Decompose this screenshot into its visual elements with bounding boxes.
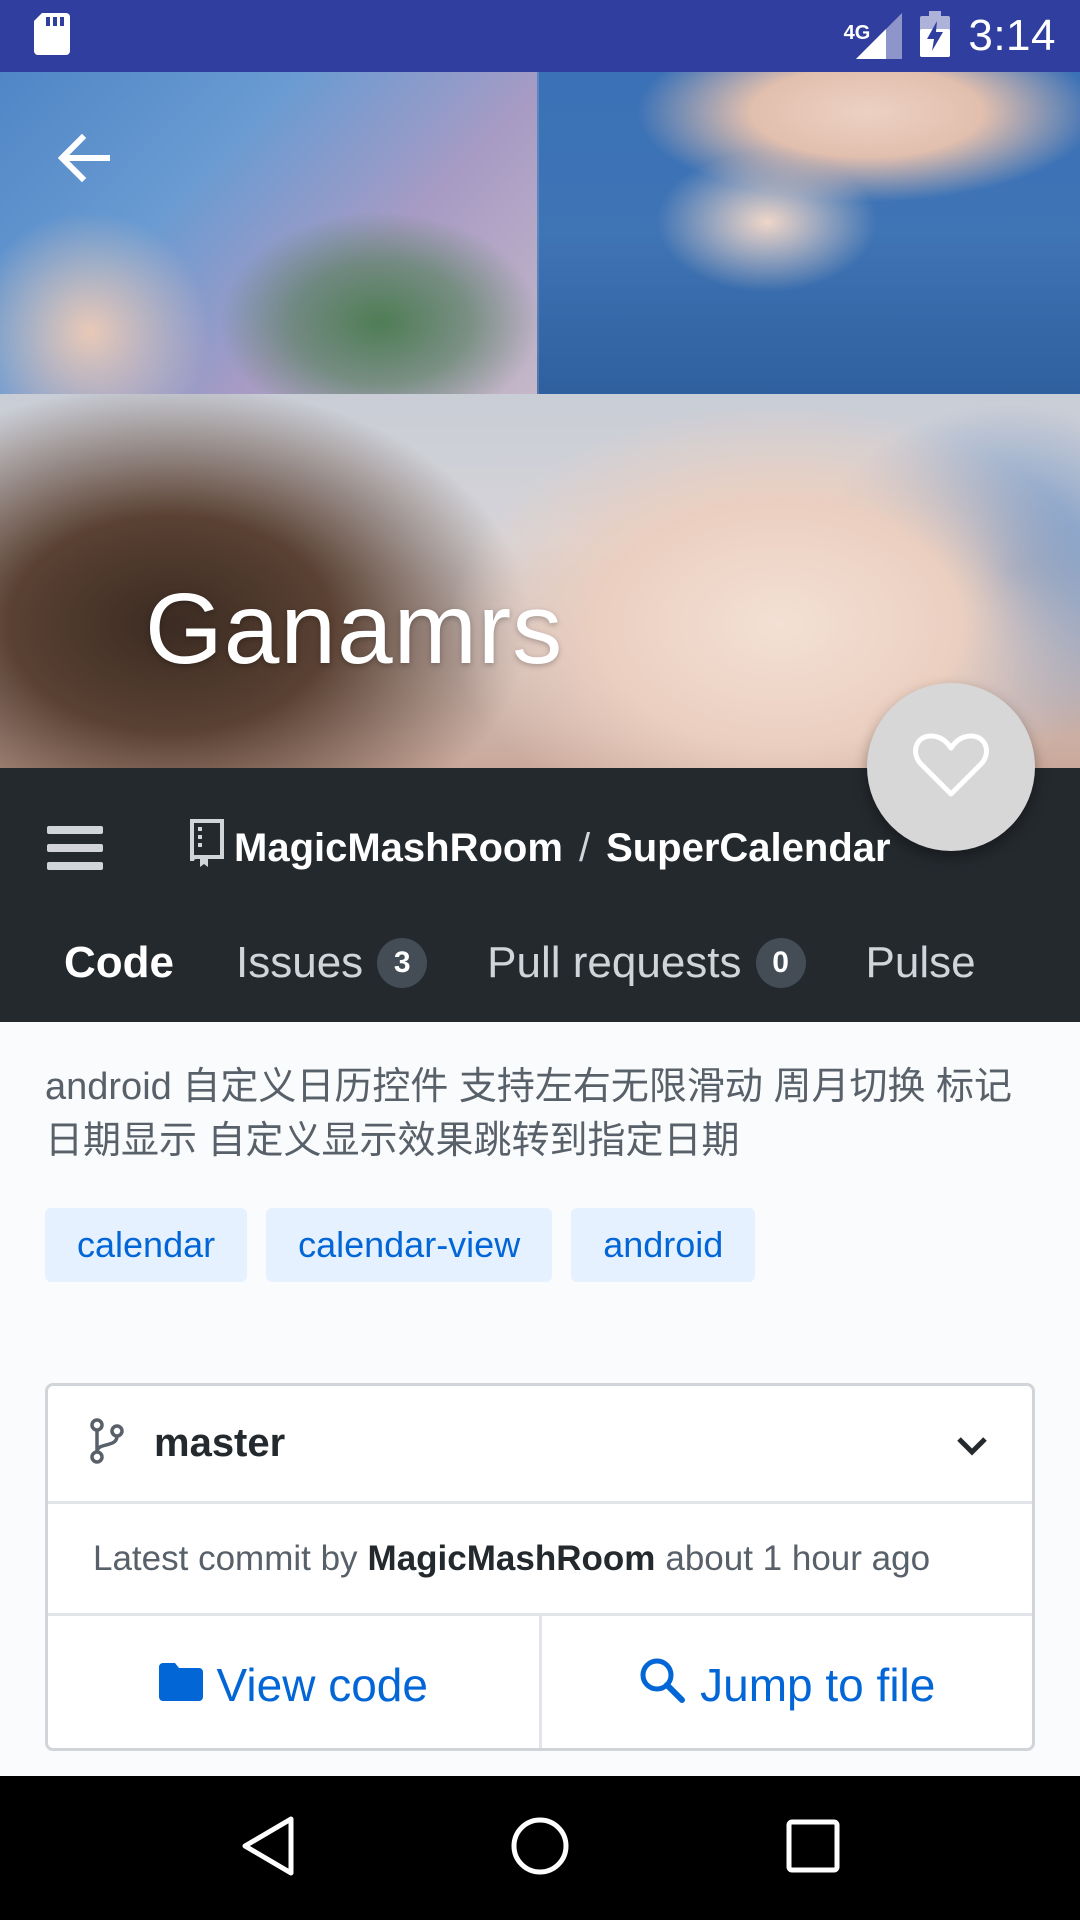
folder-icon [158, 1658, 203, 1712]
back-triangle-icon [239, 1815, 295, 1882]
git-branch-icon [90, 1418, 124, 1469]
tab-label: Pull requests [487, 938, 742, 987]
topic-tag[interactable]: calendar-view [266, 1208, 553, 1282]
repo-description: android 自定义日历控件 支持左右无限滑动 周月切换 标记日期显示 自定义… [45, 1066, 1012, 1162]
topics-list: calendar calendar-view android [45, 1208, 756, 1282]
tab-pulse[interactable]: Pulse [866, 938, 976, 988]
branch-card: master Latest commit by MagicMashRoom ab… [45, 1383, 1035, 1751]
header-photo-tile [537, 72, 1080, 394]
branch-selector[interactable]: master [48, 1386, 1032, 1504]
hamburger-menu-icon [47, 824, 103, 877]
system-nav-bar [0, 1776, 1080, 1920]
back-button[interactable] [48, 124, 120, 196]
tab-issues[interactable]: Issues 3 [236, 938, 428, 988]
sd-card-icon [34, 12, 70, 60]
favorite-button[interactable] [867, 683, 1035, 851]
view-code-label: View code [216, 1659, 428, 1711]
jump-to-file-label: Jump to file [700, 1659, 936, 1711]
search-icon [638, 1656, 686, 1715]
code-actions: View code Jump to file [48, 1616, 1033, 1748]
jump-to-file-button[interactable]: Jump to file [538, 1616, 1033, 1748]
signal-icon: 4G [830, 13, 903, 59]
header-image: Ganamrs [0, 72, 1080, 768]
nav-home-button[interactable] [500, 1808, 580, 1888]
menu-button[interactable] [40, 820, 110, 880]
recents-square-icon [786, 1819, 840, 1878]
page-title: Ganamrs [145, 573, 564, 685]
arrow-back-icon [57, 133, 111, 187]
status-bar: 4G 3:14 [0, 0, 1080, 72]
issues-counter-badge: 3 [377, 938, 428, 988]
commit-time: about 1 hour ago [665, 1538, 931, 1578]
header-photo-tile [0, 72, 537, 394]
nav-back-button[interactable] [227, 1808, 307, 1888]
commit-prefix: Latest commit by [93, 1538, 358, 1578]
topic-tag[interactable]: calendar [45, 1208, 248, 1282]
tab-label: Pulse [865, 938, 976, 987]
repo-tabs: Code Issues 3 Pull requests 0 Pulse [0, 918, 1080, 1008]
tab-pull-requests[interactable]: Pull requests 0 [487, 938, 806, 988]
repo-book-icon [188, 819, 224, 877]
nav-recents-button[interactable] [773, 1808, 853, 1888]
latest-commit[interactable]: Latest commit by MagicMashRoom about 1 h… [48, 1504, 1032, 1616]
topic-tag[interactable]: android [571, 1208, 756, 1282]
network-type: 4G [843, 22, 871, 44]
repo-name-link[interactable]: SuperCalendar [606, 826, 891, 871]
pull-requests-counter-badge: 0 [755, 938, 806, 988]
view-code-button[interactable]: View code [48, 1616, 539, 1748]
home-circle-icon [510, 1816, 570, 1881]
battery-charging-icon [920, 10, 951, 62]
breadcrumb: MagicMashRoom / SuperCalendar [188, 816, 891, 880]
status-time: 3:14 [968, 11, 1056, 60]
tab-code[interactable]: Code [64, 938, 174, 988]
repo-owner-link[interactable]: MagicMashRoom [234, 826, 563, 871]
tab-label: Code [64, 938, 174, 987]
tile-divider [537, 72, 539, 394]
branch-name: master [154, 1421, 286, 1465]
tab-label: Issues [236, 938, 364, 987]
breadcrumb-separator: / [578, 825, 591, 870]
chevron-down-icon [952, 1426, 992, 1466]
commit-author: MagicMashRoom [367, 1538, 656, 1578]
heart-outline-icon [913, 732, 989, 803]
